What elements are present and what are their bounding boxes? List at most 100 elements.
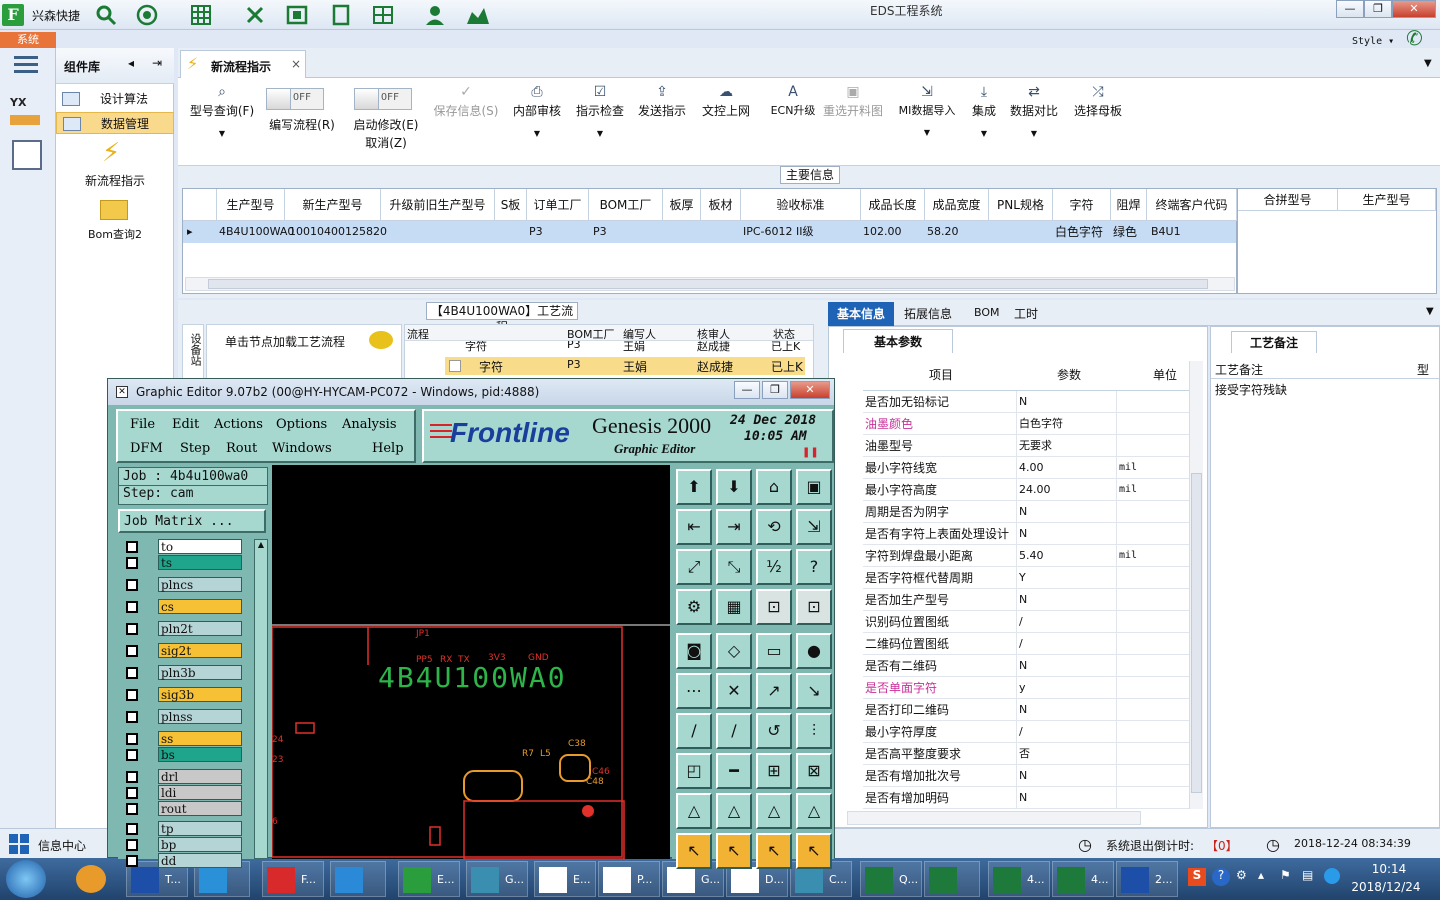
tray-expand-icon[interactable]: ▴: [1258, 868, 1264, 882]
menu-file[interactable]: File: [130, 417, 155, 432]
tool-button[interactable]: ✕: [716, 673, 752, 709]
param-value[interactable]: N: [1017, 765, 1117, 787]
taskbar-app[interactable]: [924, 861, 980, 897]
param-value[interactable]: 4.00: [1017, 457, 1117, 479]
column-header[interactable]: 升级前旧生产型号: [381, 189, 495, 221]
taskbar-app[interactable]: G...: [466, 861, 528, 897]
app-tray-icon[interactable]: [1324, 868, 1340, 884]
layer-checkbox[interactable]: [126, 711, 138, 723]
tab-remark[interactable]: 工艺备注: [1231, 331, 1317, 353]
layer-name[interactable]: pln3b: [158, 665, 242, 680]
layer-name[interactable]: pln2t: [158, 621, 242, 636]
integrate-button[interactable]: ⤓ 集成 ▼: [966, 82, 1002, 138]
param-value[interactable]: N: [1017, 501, 1117, 523]
param-value[interactable]: N: [1017, 391, 1117, 413]
param-row[interactable]: 是否单面字符 y: [863, 677, 1189, 699]
taskbar-app[interactable]: 4...: [988, 861, 1050, 897]
flag-icon[interactable]: ⚑: [1280, 868, 1291, 882]
column-header[interactable]: 字符: [1053, 189, 1111, 221]
minimize-button[interactable]: —: [1336, 0, 1364, 18]
column-header[interactable]: 合拼型号: [1238, 189, 1338, 211]
collapse-icon[interactable]: ◂: [128, 56, 134, 70]
tool-button[interactable]: ↺: [756, 713, 792, 749]
tool-button[interactable]: ↖: [676, 833, 712, 869]
menu-edit[interactable]: Edit: [172, 417, 199, 432]
style-selector[interactable]: Style ▾: [1352, 36, 1394, 47]
taskbar-app[interactable]: E...: [534, 861, 596, 897]
layer-checkbox[interactable]: [126, 823, 138, 835]
ecn-upgrade-button[interactable]: A ECN升级: [762, 82, 824, 118]
param-row[interactable]: 油墨颜色 白色字符: [863, 413, 1189, 435]
pause-icon[interactable]: ❚❚: [802, 447, 819, 458]
layer-name[interactable]: plncs: [158, 577, 242, 592]
layer-checkbox[interactable]: [126, 541, 138, 553]
pcb-canvas[interactable]: 4B4U100WA0 JP1 PP5 RX TX 3V3 GND R7 L5 C…: [272, 465, 670, 859]
tool-button[interactable]: ◰: [676, 753, 712, 789]
layer-checkbox[interactable]: [126, 557, 138, 569]
column-header[interactable]: 阻焊: [1111, 189, 1147, 221]
side-tab[interactable]: 设备站: [182, 324, 204, 380]
param-value[interactable]: 无要求: [1017, 435, 1117, 457]
user-icon[interactable]: [424, 4, 446, 26]
tool-button[interactable]: ↖: [796, 833, 832, 869]
param-value[interactable]: N: [1017, 523, 1117, 545]
column-header[interactable]: 流程: [407, 326, 429, 342]
launcher-bom-query[interactable]: Bom查询2: [56, 226, 174, 242]
tool-button[interactable]: ⊡: [756, 589, 792, 625]
instruction-check-button[interactable]: ☑ 指示检查 ▼: [572, 82, 628, 138]
param-row[interactable]: 最小字符厚度 /: [863, 721, 1189, 743]
tool-button[interactable]: ⇤: [676, 509, 712, 545]
layer-name[interactable]: rout: [158, 801, 242, 816]
param-value[interactable]: 白色字符: [1017, 413, 1117, 435]
taskbar-app[interactable]: [330, 861, 386, 897]
param-value[interactable]: N: [1017, 655, 1117, 677]
layer-row[interactable]: ss: [122, 731, 252, 747]
doc-upload-button[interactable]: ☁ 文控上网: [696, 82, 756, 119]
param-value[interactable]: /: [1017, 633, 1117, 655]
column-header[interactable]: 参数: [1057, 366, 1081, 383]
tool-button[interactable]: ⌂: [756, 469, 792, 505]
layer-checkbox[interactable]: [126, 771, 138, 783]
layer-checkbox[interactable]: [126, 787, 138, 799]
network-icon[interactable]: ▤: [1302, 868, 1313, 882]
tool-button[interactable]: ▭: [756, 633, 792, 669]
lightning-icon[interactable]: ⚡: [102, 138, 126, 168]
taskbar-app[interactable]: 4...: [1052, 861, 1114, 897]
param-value[interactable]: 24.00: [1017, 479, 1117, 501]
param-value[interactable]: Y: [1017, 567, 1117, 589]
layer-checkbox[interactable]: [126, 667, 138, 679]
param-value[interactable]: N: [1017, 589, 1117, 611]
menu-analysis[interactable]: Analysis: [342, 417, 397, 432]
layer-row[interactable]: cs: [122, 599, 252, 615]
column-header[interactable]: 生产型号: [1338, 189, 1436, 211]
taskbar-app[interactable]: 2...: [1116, 861, 1178, 897]
tool-button[interactable]: ⤢: [676, 549, 712, 585]
close-button[interactable]: ✕: [1392, 0, 1436, 18]
column-header[interactable]: 生产型号: [217, 189, 285, 221]
layer-name[interactable]: tp: [158, 821, 242, 836]
param-value[interactable]: /: [1017, 721, 1117, 743]
layer-row[interactable]: rout: [122, 801, 252, 817]
tab-basic-params[interactable]: 基本参数: [843, 329, 953, 353]
layer-checkbox[interactable]: [126, 623, 138, 635]
param-row[interactable]: 油墨型号 无要求: [863, 435, 1189, 457]
param-row[interactable]: 是否加无铅标记 N: [863, 391, 1189, 413]
vertical-scrollbar[interactable]: [1189, 361, 1203, 809]
yx-logo-icon[interactable]: YX: [10, 96, 44, 130]
param-row[interactable]: 是否有增加明码 N: [863, 787, 1189, 809]
pinned-app-icon[interactable]: [62, 861, 120, 897]
editor-minimize-button[interactable]: —: [734, 381, 760, 399]
column-header[interactable]: 成品长度: [861, 189, 925, 221]
column-header[interactable]: 型: [1417, 361, 1429, 378]
tool-button[interactable]: ↖: [716, 833, 752, 869]
tool-button[interactable]: △: [756, 793, 792, 829]
save-info-button[interactable]: ✓ 保存信息(S): [428, 82, 504, 119]
layer-checkbox[interactable]: [126, 803, 138, 815]
param-row[interactable]: 周期是否为阴字 N: [863, 501, 1189, 523]
tool-button[interactable]: ⫶: [796, 713, 832, 749]
tool-button[interactable]: ∕: [716, 713, 752, 749]
layer-checkbox[interactable]: [126, 601, 138, 613]
horizontal-scrollbar[interactable]: [847, 811, 1141, 825]
layer-checkbox[interactable]: [126, 579, 138, 591]
param-row[interactable]: 是否有字符上表面处理设计 N: [863, 523, 1189, 545]
